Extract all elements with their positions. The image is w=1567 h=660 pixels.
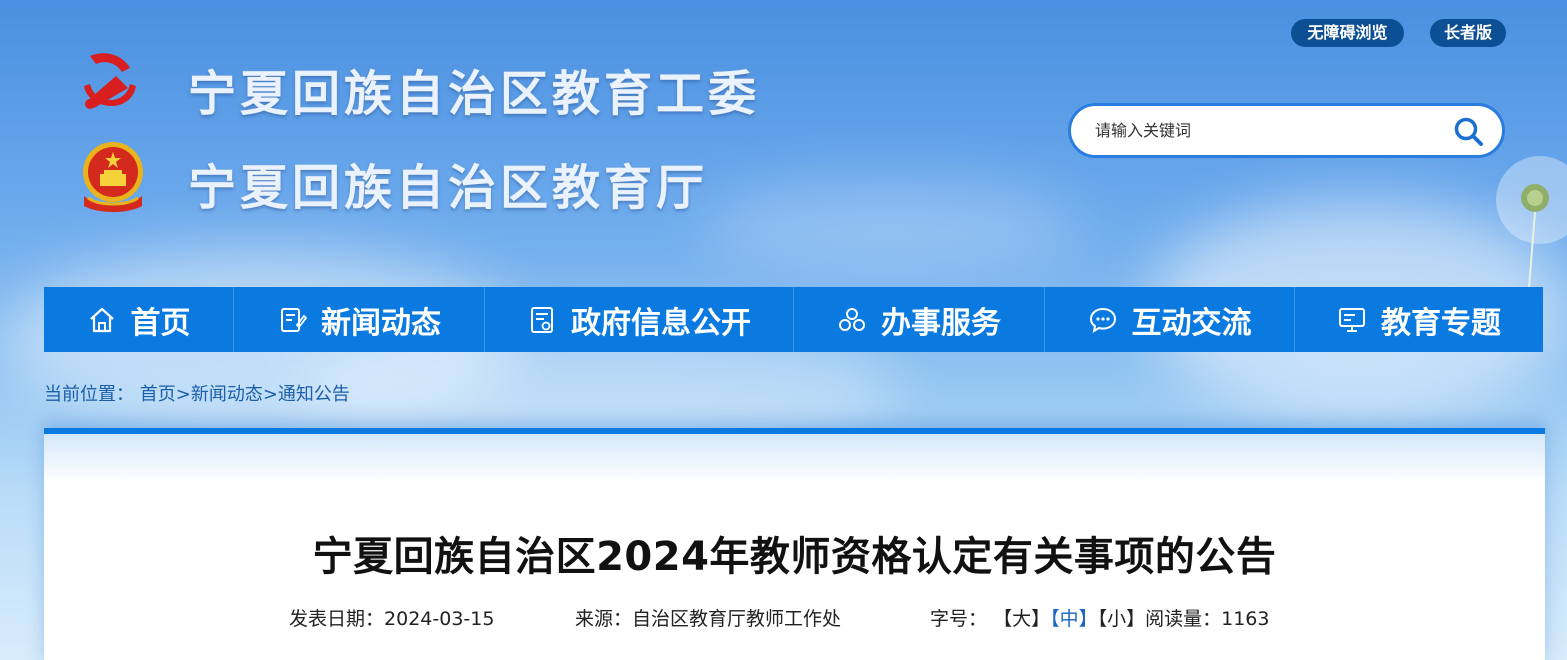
nav-label-home: 首页 xyxy=(130,305,191,341)
font-size-label: 字号： xyxy=(930,608,988,630)
accessibility-button[interactable]: 无障碍浏览 xyxy=(1291,19,1404,47)
document-icon xyxy=(531,306,553,333)
article-panel: 宁夏回族自治区2024年教师资格认定有关事项的公告 发表日期：2024-03-1… xyxy=(44,428,1545,660)
org-title-committee: 宁夏回族自治区教育工委 xyxy=(188,66,761,122)
search-input[interactable] xyxy=(1095,106,1435,155)
nav-item-education-topics[interactable]: 教育专题 xyxy=(1295,287,1543,352)
article-source: 来源：自治区教育厅教师工作处 xyxy=(575,604,841,631)
breadcrumb-separator: > xyxy=(175,384,191,405)
search-box xyxy=(1068,103,1505,158)
nav-item-news[interactable]: 新闻动态 xyxy=(234,287,485,352)
breadcrumb-news[interactable]: 新闻动态 xyxy=(191,384,263,405)
nav-item-interaction[interactable]: 互动交流 xyxy=(1045,287,1295,352)
source-value: 自治区教育厅教师工作处 xyxy=(632,608,842,630)
national-emblem-icon xyxy=(83,142,143,212)
breadcrumb: 当前位置： 首页>新闻动态>通知公告 xyxy=(44,380,350,406)
nav-label-news: 新闻动态 xyxy=(321,305,441,341)
nav-label-interaction: 互动交流 xyxy=(1131,305,1252,341)
main-nav: 首页 新闻动态 政府信息公开 办事服务 互动交流 教育专题 xyxy=(44,287,1543,352)
article-title: 宁夏回族自治区2024年教师资格认定有关事项的公告 xyxy=(312,534,1277,580)
breadcrumb-notices[interactable]: 通知公告 xyxy=(278,384,350,405)
elderly-mode-button[interactable]: 长者版 xyxy=(1430,19,1506,47)
home-icon xyxy=(89,307,114,332)
party-emblem-icon xyxy=(84,53,136,109)
breadcrumb-separator: > xyxy=(262,384,278,405)
publish-date-label: 发表日期： xyxy=(289,608,385,630)
breadcrumb-prefix: 当前位置： xyxy=(44,384,134,405)
font-size-small-button[interactable]: 【小】 xyxy=(1098,608,1146,630)
font-size-large-button[interactable]: 【大】 xyxy=(993,608,1050,630)
font-size-medium-button[interactable]: 【中】 xyxy=(1050,608,1098,630)
nav-item-home[interactable]: 首页 xyxy=(44,287,234,352)
org-title-department: 宁夏回族自治区教育厅 xyxy=(188,160,709,216)
monitor-icon xyxy=(1339,307,1365,332)
dandelion-decoration-icon xyxy=(1496,156,1567,300)
nav-item-service[interactable]: 办事服务 xyxy=(794,287,1045,352)
source-label: 来源： xyxy=(575,608,633,630)
views-label: 阅读量： xyxy=(1145,608,1222,630)
views-count: 1163 xyxy=(1221,608,1270,630)
nav-label-education-topics: 教育专题 xyxy=(1381,305,1501,341)
service-icon xyxy=(839,307,865,331)
breadcrumb-home[interactable]: 首页 xyxy=(140,384,176,405)
publish-date-value: 2024-03-15 xyxy=(384,608,495,630)
chat-icon xyxy=(1089,307,1116,333)
font-size-and-views: 字号： 【大】【中】【小】阅读量：1163 xyxy=(930,604,1269,631)
news-icon xyxy=(281,307,307,332)
publish-date: 发表日期：2024-03-15 xyxy=(289,604,494,631)
nav-label-gov-info: 政府信息公开 xyxy=(571,305,751,341)
nav-item-gov-info[interactable]: 政府信息公开 xyxy=(485,287,794,352)
nav-label-service: 办事服务 xyxy=(881,305,1001,341)
